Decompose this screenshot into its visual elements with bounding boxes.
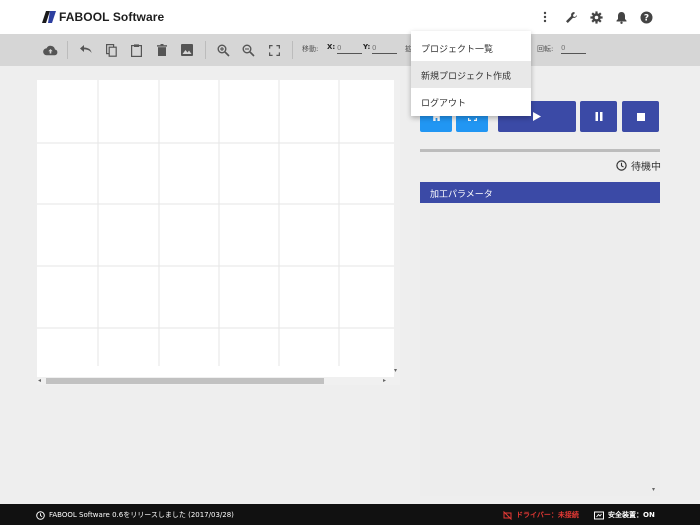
copy-icon[interactable] (103, 42, 119, 58)
status-footer: FABOOL Software 0.6をリリースしました (2017/03/28… (0, 504, 700, 525)
driver-status: ドライバー：未接続 (503, 510, 579, 520)
play-icon (533, 112, 541, 121)
safety-status: 安全装置：ON (594, 510, 655, 520)
cloud-upload-icon[interactable] (42, 42, 58, 58)
y-label: Y: (363, 43, 371, 51)
release-notice[interactable]: FABOOL Software 0.6をリリースしました (2017/03/28… (36, 510, 234, 520)
bell-icon[interactable] (612, 8, 630, 26)
fit-screen-icon[interactable] (266, 42, 282, 58)
safety-status-text: 安全装置：ON (608, 511, 655, 519)
driver-disconnected-icon (503, 510, 512, 520)
gear-icon[interactable] (587, 8, 605, 26)
stop-icon (636, 112, 645, 121)
image-icon[interactable] (179, 42, 195, 58)
toolbar-divider (67, 41, 68, 59)
pause-icon (595, 112, 602, 121)
undo-icon[interactable] (78, 42, 94, 58)
job-progress-bar (420, 149, 660, 152)
overflow-menu: プロジェクト一覧 新規プロジェクト作成 ログアウト (411, 31, 531, 116)
scroll-left-arrow-icon[interactable]: ◂ (38, 377, 41, 385)
work-canvas[interactable]: ▾ ◂ ▸ (37, 80, 400, 385)
info-clock-icon (36, 510, 45, 520)
release-notice-text: FABOOL Software 0.6をリリースしました (2017/03/28… (49, 511, 234, 519)
params-scrollbar[interactable]: ▾ (652, 203, 660, 496)
svg-text:?: ? (643, 13, 648, 23)
help-icon[interactable]: ? (637, 8, 655, 26)
zoom-out-icon[interactable] (240, 42, 256, 58)
delete-icon[interactable] (154, 42, 170, 58)
x-label: X: (327, 43, 336, 51)
params-scroll-down-arrow-icon[interactable]: ▾ (652, 486, 655, 494)
params-panel-body (420, 203, 660, 496)
horizontal-scrollbar[interactable]: ◂ ▸ (37, 377, 400, 385)
app-logo[interactable]: FABOOL Software (42, 9, 164, 25)
stop-button[interactable] (622, 101, 659, 132)
wrench-icon[interactable] (562, 8, 580, 26)
more-vert-icon[interactable] (536, 8, 554, 26)
canvas-grid (37, 80, 394, 366)
move-x-input[interactable] (337, 43, 362, 54)
horizontal-scroll-thumb[interactable] (46, 378, 324, 384)
menu-item-project-list[interactable]: プロジェクト一覧 (411, 34, 531, 61)
safety-device-icon (594, 511, 604, 519)
zoom-in-icon[interactable] (215, 42, 231, 58)
pause-button[interactable] (580, 101, 617, 132)
scroll-right-arrow-icon[interactable]: ▸ (383, 377, 386, 385)
driver-status-text: ドライバー：未接続 (516, 511, 579, 519)
status-text: 待機中 (631, 162, 661, 173)
menu-item-new-project[interactable]: 新規プロジェクト作成 (411, 61, 531, 88)
menu-item-logout[interactable]: ログアウト (411, 88, 531, 115)
vertical-scrollbar[interactable]: ▾ (394, 80, 400, 377)
machine-status: 待機中 (616, 158, 661, 173)
app-header: FABOOL Software ? (0, 0, 700, 34)
toolbar: 移動: X: Y: 拡 回転: (0, 34, 700, 66)
scroll-down-arrow-icon[interactable]: ▾ (394, 367, 397, 375)
app-title: FABOOL Software (59, 10, 165, 24)
move-label: 移動: (302, 45, 319, 53)
paste-icon[interactable] (128, 42, 144, 58)
params-panel-header[interactable]: 加工パラメータ (420, 182, 660, 203)
rotate-label: 回転: (537, 45, 554, 53)
rotate-input[interactable] (561, 43, 586, 54)
logo-mark-icon (42, 11, 56, 23)
move-y-input[interactable] (372, 43, 397, 54)
toolbar-divider (205, 41, 206, 59)
toolbar-divider (292, 41, 293, 59)
clock-icon (616, 160, 627, 171)
